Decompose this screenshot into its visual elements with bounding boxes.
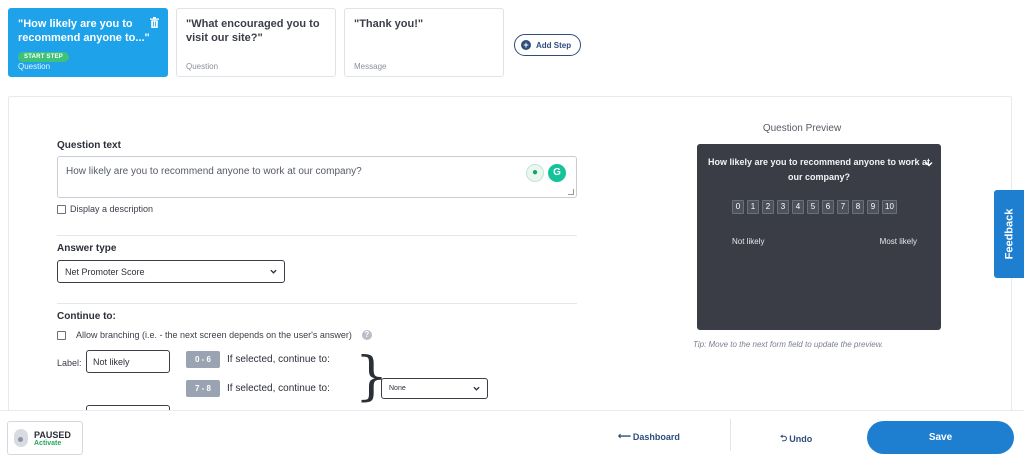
input-assist-icons: ● G: [526, 164, 566, 182]
nps-scale: 0 1 2 3 4 5 6 7 8 9 10: [732, 200, 897, 214]
save-button[interactable]: Save: [867, 421, 1014, 454]
nps-option-0[interactable]: 0: [732, 200, 744, 214]
continue-to-value: None: [389, 385, 406, 392]
feedback-tab[interactable]: Feedback: [994, 190, 1024, 278]
bottom-bar: PAUSED Activate ⟵ Dashboard ⮌ Undo Save: [0, 410, 1024, 457]
dashboard-button[interactable]: ⟵ Dashboard: [618, 431, 680, 442]
answer-type-value: Net Promoter Score: [65, 266, 145, 277]
editor-panel: Question text How likely are you to reco…: [8, 96, 1012, 416]
add-step-button[interactable]: + Add Step: [514, 34, 582, 56]
continue-to-label: Continue to:: [57, 311, 116, 322]
nps-option-9[interactable]: 9: [867, 200, 879, 214]
preview-low-label: Not likely: [732, 237, 765, 246]
status-toggle[interactable]: PAUSED Activate: [7, 421, 83, 455]
nps-option-1[interactable]: 1: [747, 200, 759, 214]
allow-branching-row[interactable]: Allow branching (i.e. - the next screen …: [57, 330, 372, 340]
step-type: Question: [18, 62, 51, 71]
divider: [57, 235, 577, 236]
undo-icon: ⮌: [780, 433, 788, 443]
display-description-row[interactable]: Display a description: [57, 204, 153, 214]
question-text-value: How likely are you to recommend anyone t…: [66, 166, 362, 177]
lightbulb-icon[interactable]: ●: [526, 164, 544, 182]
resize-handle-icon[interactable]: [568, 189, 574, 195]
nps-option-6[interactable]: 6: [822, 200, 834, 214]
question-text-label: Question text: [57, 140, 121, 151]
step-card-1[interactable]: "How likely are you to recommend anyone …: [8, 8, 168, 77]
status-text: PAUSED: [34, 429, 71, 440]
divider: [57, 303, 577, 304]
preview-question: How likely are you to recommend anyone t…: [707, 157, 931, 182]
range-badge-low: 0 - 6: [186, 351, 220, 368]
continue-to-select[interactable]: None: [381, 378, 488, 399]
preview-tip: Tip: Move to the next form field to upda…: [693, 340, 884, 349]
allow-branching-checkbox[interactable]: [57, 330, 66, 340]
add-step-label: Add Step: [536, 40, 572, 50]
if-selected-text: If selected, continue to:: [227, 354, 330, 365]
nps-option-5[interactable]: 5: [807, 200, 819, 214]
step-title: "What encouraged you to visit our site?": [186, 18, 320, 44]
preview-high-label: Most likely: [879, 237, 917, 246]
undo-button[interactable]: ⮌ Undo: [780, 431, 812, 447]
step-card-2[interactable]: "What encouraged you to visit our site?"…: [176, 8, 336, 77]
undo-label: Undo: [789, 434, 813, 444]
nps-option-8[interactable]: 8: [852, 200, 864, 214]
nps-option-3[interactable]: 3: [777, 200, 789, 214]
step-type: Question: [186, 62, 219, 71]
nps-option-2[interactable]: 2: [762, 200, 774, 214]
range-badge-mid: 7 - 8: [186, 380, 220, 397]
step-title: "Thank you!": [354, 18, 424, 30]
allow-branching-label: Allow branching (i.e. - the next screen …: [76, 330, 352, 340]
trash-icon[interactable]: [150, 17, 159, 28]
help-icon[interactable]: ?: [361, 330, 372, 340]
chevron-down-icon: [925, 162, 933, 167]
answer-type-select[interactable]: Net Promoter Score: [57, 260, 285, 283]
save-label: Save: [928, 432, 953, 443]
chevron-down-icon: [270, 269, 277, 274]
question-text-input[interactable]: How likely are you to recommend anyone t…: [57, 156, 577, 198]
label-low-input[interactable]: Not likely: [86, 350, 170, 373]
preview-title: Question Preview: [762, 123, 842, 134]
divider: [730, 419, 731, 451]
display-description-label: Display a description: [70, 204, 154, 214]
grammarly-icon[interactable]: G: [548, 164, 566, 182]
nps-option-10[interactable]: 10: [882, 200, 897, 214]
nps-option-7[interactable]: 7: [837, 200, 849, 214]
steps-bar: "How likely are you to recommend anyone …: [8, 8, 582, 78]
display-description-checkbox[interactable]: [57, 204, 66, 214]
start-step-badge: START STEP: [18, 52, 69, 62]
label-text: Label:: [57, 358, 82, 368]
chevron-down-icon: [473, 386, 480, 391]
toggle-icon: [14, 429, 28, 447]
arrow-left-icon: ⟵: [618, 431, 631, 441]
if-selected-text: If selected, continue to:: [227, 383, 330, 394]
dashboard-label: Dashboard: [632, 431, 680, 442]
question-preview: How likely are you to recommend anyone t…: [697, 144, 941, 330]
activate-link[interactable]: Activate: [34, 440, 71, 447]
step-type: Message: [354, 62, 387, 71]
step-title: "How likely are you to recommend anyone …: [18, 18, 150, 44]
nps-option-4[interactable]: 4: [792, 200, 804, 214]
step-card-3[interactable]: "Thank you!" Message: [344, 8, 504, 77]
plus-icon: +: [521, 40, 531, 50]
label-low-value: Not likely: [93, 356, 130, 367]
feedback-label: Feedback: [1003, 208, 1015, 260]
answer-type-label: Answer type: [57, 243, 117, 254]
